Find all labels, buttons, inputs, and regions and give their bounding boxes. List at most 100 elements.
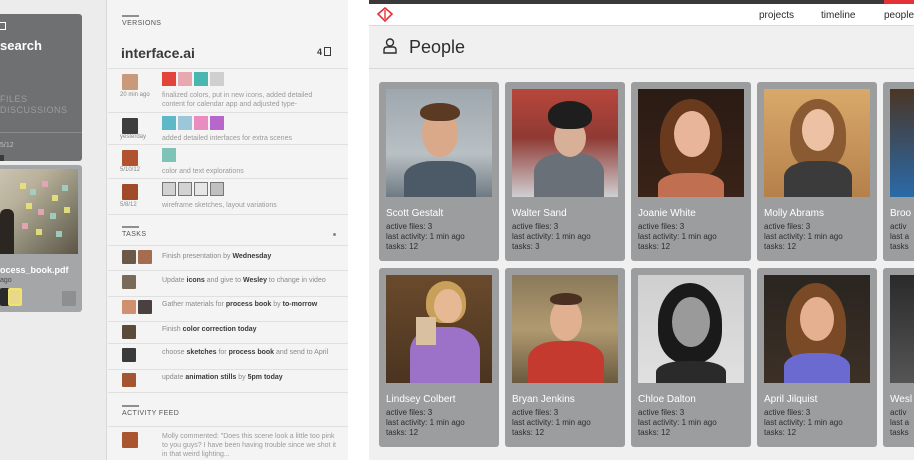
versions-heading: VERSIONS [122,20,162,27]
person-card[interactable]: Broo activ last a tasks [883,82,914,261]
project-card[interactable]: search FILES DISCUSSIONS 5/12 [0,14,82,161]
last-activity: last activity: 1 min ago [764,232,843,241]
last-activity: last activity: 1 min ago [512,418,591,427]
avatar [122,348,136,362]
project-name: interface.ai [121,45,195,61]
person-card[interactable]: Lindsey Colbert active files: 3 last act… [379,268,499,447]
person-card[interactable]: Chloe Dalton active files: 3 last activi… [631,268,751,447]
version-thumbnails [162,116,224,130]
person-photo [638,275,744,383]
version-thumbnails [162,182,224,196]
section-marker [122,15,139,17]
file-time: ago [0,277,12,284]
more-dot-icon[interactable] [333,233,336,236]
task-count: tasks: 12 [386,242,419,251]
avatar [8,288,22,306]
divider [108,296,348,297]
project-detail-column: VERSIONS interface.ai 4 20 min ago final… [108,0,348,460]
person-name: Lindsey Colbert [386,394,456,405]
discussions-menu-item[interactable]: DISCUSSIONS [0,105,68,115]
avatar [122,184,138,200]
last-activity: last activity: 1 min ago [638,232,717,241]
version-description: added detailed interfaces for extra scen… [162,135,292,142]
person-name: Bryan Jenkins [512,394,575,405]
last-activity: last a [890,418,910,427]
last-activity: last activity: 1 min ago [764,418,843,427]
person-icon [383,38,397,54]
versions-icon[interactable] [324,47,331,56]
avatar [122,373,136,387]
task-row[interactable]: Gather materials for process book by to-… [108,300,348,320]
divider [0,132,82,133]
nav-projects[interactable]: projects [759,10,794,21]
person-photo [764,89,870,197]
section-marker [122,226,139,228]
task-row[interactable]: update animation stills by 5pm today [108,373,348,391]
active-files: active files: 3 [638,222,685,231]
task-row[interactable]: Update icons and give to Wesley to chang… [108,275,348,295]
version-row[interactable]: 20 min ago finalized colors, put in new … [108,70,348,114]
active-files: active files: 3 [386,222,433,231]
person-card[interactable]: Scott Gestalt active files: 3 last activ… [379,82,499,261]
people-app-panel: projects timeline people People Scott Ge… [369,0,914,460]
person-card[interactable]: April Jilquist active files: 3 last acti… [757,268,877,447]
file-card[interactable]: ocess_book.pdf ago [0,165,82,312]
task-count: tasks [890,242,909,251]
version-row[interactable]: 5/10/12 color and text explorations [108,146,348,178]
folder-icon [0,22,6,30]
active-files: active files: 3 [764,408,811,417]
divider [108,112,348,113]
task-text: Gather materials for process book by to-… [162,301,318,308]
task-row[interactable]: choose sketches for process book and sen… [108,348,348,368]
project-title: search [0,38,42,53]
file-thumbnail [0,169,78,254]
document-icon[interactable] [62,291,76,306]
version-row[interactable]: 5/8/12 wireframe sketches, layout variat… [108,180,348,212]
person-card[interactable]: Bryan Jenkins active files: 3 last activ… [505,268,625,447]
divider [108,144,348,145]
person-photo [386,89,492,197]
task-text: update animation stills by 5pm today [162,374,283,381]
person-name: April Jilquist [764,394,818,405]
version-thumbnails [162,72,224,86]
section-marker [122,405,139,407]
person-name: Molly Abrams [764,208,825,219]
nav-timeline[interactable]: timeline [821,10,855,21]
active-files: active files: 3 [638,408,685,417]
person-card[interactable]: Molly Abrams active files: 3 last activi… [757,82,877,261]
file-name[interactable]: ocess_book.pdf [0,265,69,275]
avatar [138,300,152,314]
person-card[interactable]: Wesl activ last a tasks [883,268,914,447]
version-time: yesterday [120,134,147,140]
active-files: active files: 3 [512,222,559,231]
logo-icon[interactable] [377,7,393,23]
avatar [0,155,4,161]
avatar [122,432,138,448]
feed-entry[interactable]: Molly commented: "Does this scene look a… [162,432,337,459]
person-photo [512,275,618,383]
version-row[interactable]: yesterday added detailed interfaces for … [108,114,348,144]
last-activity: last activity: 1 min ago [386,418,465,427]
top-nav: projects timeline people [369,4,914,26]
person-card[interactable]: Joanie White active files: 3 last activi… [631,82,751,261]
task-text: Update icons and give to Wesley to chang… [162,277,326,284]
page-header: People [369,27,914,69]
active-files: activ [890,408,907,417]
person-photo [512,89,618,197]
avatar [122,300,136,314]
active-files: active files: 3 [764,222,811,231]
version-count: 4 [317,47,323,57]
avatar [138,250,152,264]
person-card[interactable]: Walter Sand active files: 3 last activit… [505,82,625,261]
project-manager-panel: search FILES DISCUSSIONS 5/12 ocess_book… [0,0,348,460]
project-column: search FILES DISCUSSIONS 5/12 ocess_book… [0,0,107,460]
task-count: tasks: 12 [764,428,797,437]
files-menu-item[interactable]: FILES [0,94,28,104]
task-row[interactable]: Finish color correction today [108,325,348,343]
nav-people[interactable]: people [884,10,914,21]
divider [108,343,348,344]
screenshot-root: search FILES DISCUSSIONS 5/12 ocess_book… [0,0,914,460]
version-description: finalized colors, put in new icons, adde… [162,92,313,108]
avatar [122,275,136,289]
task-row[interactable]: Finish presentation by Wednesday [108,250,348,270]
